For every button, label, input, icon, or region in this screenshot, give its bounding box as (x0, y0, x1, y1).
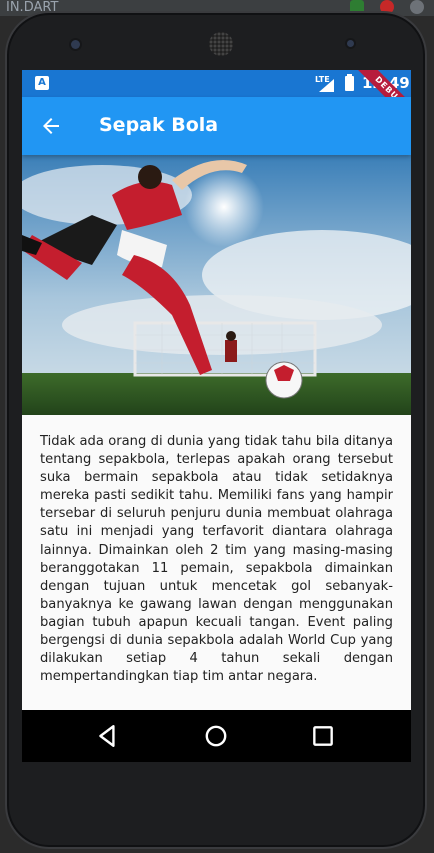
front-camera (71, 40, 80, 49)
app-bar: Sepak Bola (22, 97, 411, 155)
proximity-sensor (347, 40, 354, 47)
arrow-back-icon[interactable] (38, 114, 64, 138)
hero-image (22, 155, 411, 415)
circle-home-icon[interactable] (203, 723, 229, 749)
android-nav-bar (22, 710, 411, 762)
earpiece-speaker (209, 32, 233, 56)
page-title: Sepak Bola (99, 114, 219, 136)
signal-icon (319, 79, 334, 92)
battery-icon (345, 74, 354, 91)
article-text: Tidak ada orang di dunia yang tidak tahu… (40, 434, 393, 685)
device-screen: A LTE 12:49 Sepak Bola (22, 70, 411, 762)
square-recents-icon[interactable] (310, 723, 336, 749)
app-notification-icon: A (35, 76, 49, 90)
ide-stop-icon[interactable] (410, 0, 424, 14)
triangle-back-icon[interactable] (95, 723, 121, 749)
status-bar: A LTE 12:49 (22, 70, 411, 97)
